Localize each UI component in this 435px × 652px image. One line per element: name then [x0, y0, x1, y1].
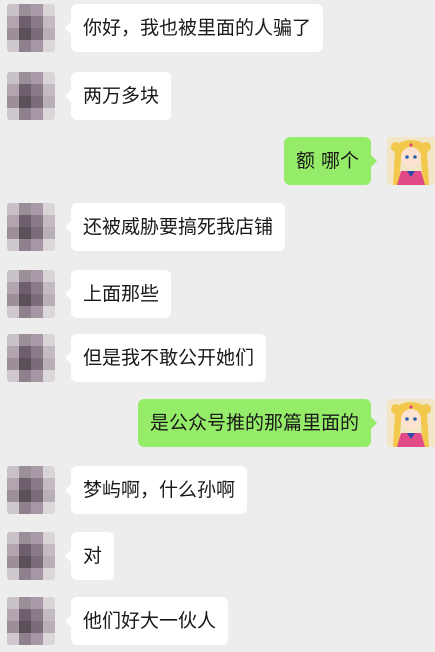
incoming-message-bubble[interactable]: 你好，我也被里面的人骗了: [64, 4, 324, 52]
incoming-message-bubble[interactable]: 两万多块: [64, 72, 172, 120]
blurred-contact-avatar-icon: [7, 4, 55, 52]
blurred-contact-avatar-icon: [7, 532, 55, 580]
anime-character-avatar-icon: [387, 399, 435, 447]
self-avatar[interactable]: [387, 399, 435, 447]
blurred-contact-avatar-icon: [7, 270, 55, 318]
blurred-contact-avatar-icon: [7, 597, 55, 645]
outgoing-message-bubble[interactable]: 额 哪个: [283, 137, 378, 185]
incoming-message-bubble[interactable]: 梦屿啊，什么孙啊: [64, 466, 248, 514]
incoming-message-bubble[interactable]: 上面那些: [64, 270, 172, 318]
incoming-message-bubble[interactable]: 他们好大一伙人: [64, 597, 229, 645]
contact-avatar[interactable]: [7, 532, 55, 580]
self-avatar[interactable]: [387, 137, 435, 185]
contact-avatar[interactable]: [7, 597, 55, 645]
blurred-contact-avatar-icon: [7, 72, 55, 120]
incoming-message-bubble[interactable]: 对: [64, 532, 115, 580]
contact-avatar[interactable]: [7, 466, 55, 514]
incoming-message-bubble[interactable]: 还被威胁要搞死我店铺: [64, 203, 286, 251]
outgoing-message-bubble[interactable]: 是公众号推的那篇里面的: [137, 399, 378, 447]
contact-avatar[interactable]: [7, 334, 55, 382]
contact-avatar[interactable]: [7, 270, 55, 318]
incoming-message-bubble[interactable]: 但是我不敢公开她们: [64, 334, 267, 382]
blurred-contact-avatar-icon: [7, 203, 55, 251]
blurred-contact-avatar-icon: [7, 466, 55, 514]
blurred-contact-avatar-icon: [7, 334, 55, 382]
contact-avatar[interactable]: [7, 203, 55, 251]
contact-avatar[interactable]: [7, 4, 55, 52]
contact-avatar[interactable]: [7, 72, 55, 120]
anime-character-avatar-icon: [387, 137, 435, 185]
chat-area: 你好，我也被里面的人骗了 两万多块 额 哪个 还被威胁要搞死我店铺 上面那些 但…: [0, 0, 435, 652]
